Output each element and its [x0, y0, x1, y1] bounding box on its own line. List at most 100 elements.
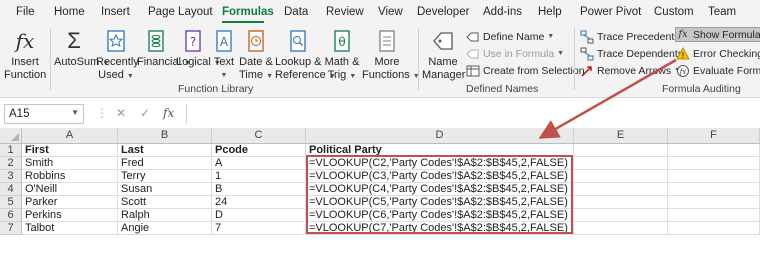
cell-f5[interactable] [668, 196, 760, 209]
cell-b2[interactable]: Fred [118, 157, 212, 170]
cell-e4[interactable] [574, 183, 668, 196]
cell-f6[interactable] [668, 209, 760, 222]
chevron-down-icon[interactable]: ▼ [71, 108, 79, 117]
row-header-4[interactable]: 4 [0, 183, 22, 196]
tab-view[interactable]: View [378, 6, 403, 18]
cell-b4[interactable]: Susan [118, 183, 212, 196]
column-header-a[interactable]: A [22, 128, 118, 144]
cell-b3[interactable]: Terry [118, 170, 212, 183]
row-header-7[interactable]: 7 [0, 222, 22, 235]
svg-text:A: A [220, 35, 229, 49]
cell-e1[interactable] [574, 144, 668, 157]
select-all-corner[interactable] [0, 128, 22, 144]
tab-page-layout[interactable]: Page Layout [148, 6, 213, 18]
column-header-e[interactable]: E [574, 128, 668, 144]
cell-f1[interactable] [668, 144, 760, 157]
tab-team[interactable]: Team [708, 6, 736, 18]
cell-e6[interactable] [574, 209, 668, 222]
create-from-selection-button[interactable]: Create from Selection [466, 63, 585, 78]
cell-e3[interactable] [574, 170, 668, 183]
sigma-icon: Σ [67, 28, 81, 53]
tab-insert[interactable]: Insert [101, 6, 130, 18]
trace-precedents-button[interactable]: Trace Precedents [580, 29, 679, 44]
trace-dependents-icon [580, 47, 594, 60]
cell-b6[interactable]: Ralph [118, 209, 212, 222]
cell-b1[interactable]: Last [118, 144, 212, 157]
cell-f3[interactable] [668, 170, 760, 183]
sheet-bottom-area [0, 238, 760, 253]
cell-b7[interactable]: Angie [118, 222, 212, 235]
tab-help[interactable]: Help [538, 6, 562, 18]
financial-button[interactable]: Financial ▼ [137, 28, 191, 70]
cell-a1[interactable]: First [22, 144, 118, 157]
cancel-icon[interactable]: ✕ [116, 106, 126, 120]
column-header-b[interactable]: B [118, 128, 212, 144]
autosum-button[interactable]: Σ AutoSum ▼ [54, 28, 109, 70]
date-time-button[interactable]: Date & Time ▼ [238, 28, 274, 83]
column-header-d[interactable]: D [306, 128, 574, 144]
tab-home[interactable]: Home [54, 6, 85, 18]
error-checking-button[interactable]: Error Checking [676, 46, 760, 61]
more-functions-button[interactable]: More Functions ▼ [362, 28, 420, 83]
show-formulas-button[interactable]: fx Show Formulas [675, 27, 760, 42]
cell-e2[interactable] [574, 157, 668, 170]
cell-c1[interactable]: Pcode [212, 144, 306, 157]
tab-add-ins[interactable]: Add-ins [483, 6, 522, 18]
cell-a3[interactable]: Robbins [22, 170, 118, 183]
cell-a4[interactable]: O'Neill [22, 183, 118, 196]
chevron-down-icon: ▼ [220, 72, 228, 79]
evaluate-formula-button[interactable]: fx Evaluate Formula [676, 63, 760, 78]
row-header-1[interactable]: 1 [0, 144, 22, 157]
math-trig-button[interactable]: θ Math & Trig ▼ [324, 28, 360, 83]
cell-a7[interactable]: Talbot [22, 222, 118, 235]
chevron-down-icon: ▼ [266, 73, 274, 80]
lookup-reference-button[interactable]: Lookup & Reference ▼ [275, 28, 336, 83]
recently-used-button[interactable]: Recently Used ▼ [96, 28, 139, 83]
cell-a2[interactable]: Smith [22, 157, 118, 170]
cell-c2[interactable]: A [212, 157, 306, 170]
tab-developer[interactable]: Developer [417, 6, 469, 18]
cell-c7[interactable]: 7 [212, 222, 306, 235]
logical-button[interactable]: ? Logical ▼ [176, 28, 221, 70]
cell-f7[interactable] [668, 222, 760, 235]
row-header-5[interactable]: 5 [0, 196, 22, 209]
tab-custom[interactable]: Custom [654, 6, 694, 18]
enter-icon[interactable]: ✓ [140, 106, 150, 120]
logical-book-icon: ? [185, 30, 201, 52]
row-header-2[interactable]: 2 [0, 157, 22, 170]
row-header-3[interactable]: 3 [0, 170, 22, 183]
insert-function-icon[interactable]: fx [163, 106, 174, 120]
use-in-formula-button[interactable]: Use in Formula ▼ [466, 46, 564, 61]
chevron-down-icon: ▼ [126, 73, 134, 80]
column-header-f[interactable]: F [668, 128, 760, 144]
trace-dependents-button[interactable]: Trace Dependents [580, 46, 683, 61]
tab-power-pivot[interactable]: Power Pivot [580, 6, 641, 18]
cell-c5[interactable]: 24 [212, 196, 306, 209]
name-manager-button[interactable]: Name Manager [422, 28, 465, 82]
cell-f2[interactable] [668, 157, 760, 170]
svg-text:θ: θ [338, 35, 345, 49]
text-functions-button[interactable]: A Text ▼ [212, 28, 236, 82]
tab-file[interactable]: File [16, 6, 35, 18]
cell-b5[interactable]: Scott [118, 196, 212, 209]
tab-data[interactable]: Data [284, 6, 308, 18]
tab-formulas[interactable]: Formulas [222, 6, 274, 18]
cell-a6[interactable]: Perkins [22, 209, 118, 222]
cell-a5[interactable]: Parker [22, 196, 118, 209]
column-header-c[interactable]: C [212, 128, 306, 144]
name-tag-icon [433, 32, 453, 50]
insert-function-button[interactable]: fx Insert Function [4, 28, 46, 82]
cell-f4[interactable] [668, 183, 760, 196]
cell-e5[interactable] [574, 196, 668, 209]
cell-c6[interactable]: D [212, 209, 306, 222]
cell-e7[interactable] [574, 222, 668, 235]
svg-text:fx: fx [679, 68, 687, 76]
formula-input[interactable] [186, 104, 760, 124]
remove-arrows-button[interactable]: Remove Arrows ▼ [580, 63, 681, 78]
tab-review[interactable]: Review [326, 6, 364, 18]
define-name-button[interactable]: Define Name ▼ [466, 29, 554, 44]
cell-c4[interactable]: B [212, 183, 306, 196]
name-box[interactable]: A15 ▼ [4, 104, 84, 124]
cell-c3[interactable]: 1 [212, 170, 306, 183]
row-header-6[interactable]: 6 [0, 209, 22, 222]
